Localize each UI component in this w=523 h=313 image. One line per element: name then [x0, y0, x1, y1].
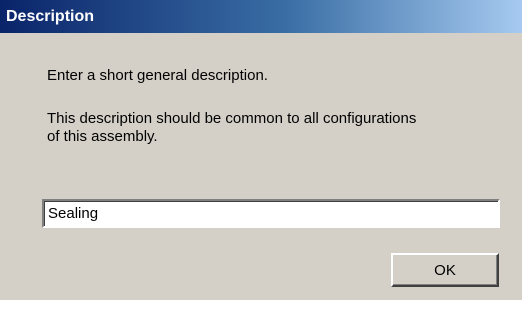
ok-button[interactable]: OK	[391, 253, 499, 287]
dialog-title: Description	[6, 8, 95, 25]
description-dialog: Description Enter a short general descri…	[0, 0, 522, 300]
note-text: This description should be common to all…	[47, 110, 417, 145]
prompt-text: Enter a short general description.	[47, 67, 268, 84]
title-bar[interactable]: Description	[0, 0, 522, 33]
description-input[interactable]	[42, 199, 500, 228]
